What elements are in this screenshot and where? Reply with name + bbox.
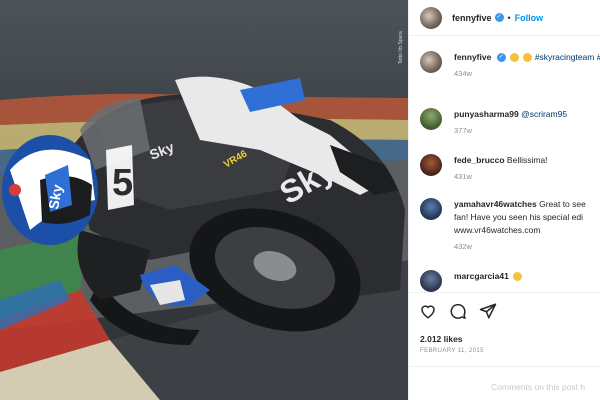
comment-username[interactable]: yamahavr46watches bbox=[454, 199, 537, 209]
avatar[interactable] bbox=[420, 198, 442, 220]
comment-text: #skyracingteam #vr46 #gasandlove #sun #d… bbox=[534, 52, 600, 62]
comment-username[interactable]: punyasharma99 bbox=[454, 109, 519, 119]
comment-caption: fennyfive ✓ #skyracingteam #vr46 #gasand… bbox=[420, 51, 600, 78]
comment-item: punyasharma99 @scriram95 377w bbox=[420, 108, 600, 135]
motorcycle-racer-photo: 5 Sky Sky VR46 Sky bbox=[0, 76, 408, 400]
avatar[interactable] bbox=[420, 51, 442, 73]
avatar[interactable] bbox=[420, 6, 442, 29]
emoji-icon bbox=[513, 272, 523, 282]
comment-time: 434w bbox=[454, 69, 472, 78]
post-actions bbox=[419, 302, 497, 320]
post-photo[interactable]: 5 Sky Sky VR46 Sky Tetto Irb.Spera bbox=[0, 0, 408, 400]
post-sidebar: fennyfive ✓ • Follow fennyfive ✓ #skyrac… bbox=[408, 0, 600, 400]
comments-disabled-text: Comments on this post h bbox=[491, 382, 586, 392]
divider bbox=[409, 292, 600, 293]
separator-dot: • bbox=[507, 12, 511, 23]
comment-icon[interactable] bbox=[449, 302, 467, 320]
avatar[interactable] bbox=[420, 270, 442, 292]
divider bbox=[409, 366, 600, 367]
comment-username[interactable]: fede_brucco bbox=[454, 155, 505, 165]
follow-button[interactable]: Follow bbox=[515, 13, 544, 23]
header-username[interactable]: fennyfive bbox=[452, 13, 492, 23]
verified-badge-icon: ✓ bbox=[496, 53, 506, 63]
post-date: FEBRUARY 11, 2015 bbox=[420, 348, 484, 354]
comment-text: Bellissima! bbox=[506, 155, 548, 165]
comment-text[interactable]: @scriram95 bbox=[521, 109, 567, 119]
likes-count[interactable]: 2.012 likes bbox=[420, 334, 463, 344]
avatar[interactable] bbox=[420, 108, 442, 130]
share-icon[interactable] bbox=[479, 302, 497, 320]
verified-badge-icon: ✓ bbox=[494, 13, 504, 22]
comment-item: fede_brucco Bellissima! 431w bbox=[420, 154, 600, 181]
heart-icon[interactable] bbox=[419, 302, 437, 320]
photo-credit: Tetto Irb.Spera bbox=[398, 31, 404, 64]
emoji-icon bbox=[523, 53, 533, 63]
comment-time: 377w bbox=[454, 126, 472, 135]
comment-time: 432w bbox=[454, 242, 472, 251]
comment-item: yamahavr46watches Great to see fan! Have… bbox=[420, 198, 600, 251]
post-header: fennyfive ✓ • Follow bbox=[409, 0, 600, 36]
comment-time: 431w bbox=[454, 172, 472, 181]
comment-item: marcgarcia41 bbox=[420, 270, 600, 292]
comment-username[interactable]: marcgarcia41 bbox=[454, 271, 509, 281]
avatar[interactable] bbox=[420, 154, 442, 176]
comments-list: fennyfive ✓ #skyracingteam #vr46 #gasand… bbox=[409, 44, 600, 294]
bike-number: 5 bbox=[112, 162, 133, 204]
comment-username[interactable]: fennyfive bbox=[454, 52, 491, 62]
emoji-icon bbox=[510, 53, 520, 63]
